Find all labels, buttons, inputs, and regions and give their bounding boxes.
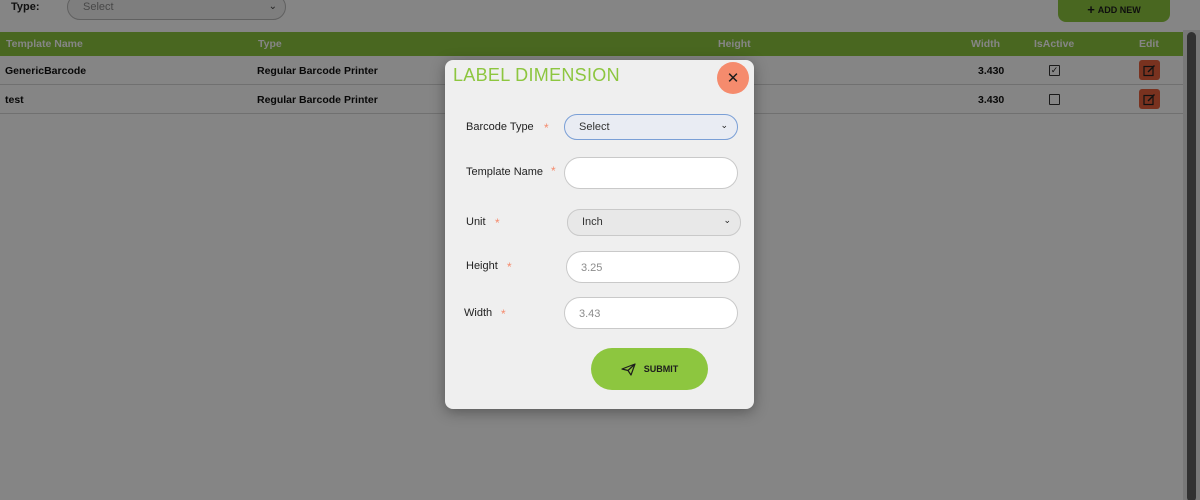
template-name-input[interactable] bbox=[564, 157, 738, 189]
submit-button[interactable]: SUBMIT bbox=[591, 348, 708, 390]
required-marker: * bbox=[495, 216, 500, 230]
dialog-title: LABEL DIMENSION bbox=[453, 65, 620, 85]
barcode-type-select[interactable]: Select ⌄ bbox=[564, 114, 738, 140]
unit-select[interactable]: Inch ⌄ bbox=[567, 209, 741, 236]
template-name-label: Template Name bbox=[466, 166, 544, 178]
label-dimension-dialog: LABEL DIMENSION ✕ Barcode Type * Select … bbox=[445, 60, 754, 409]
barcode-type-label: Barcode Type bbox=[466, 121, 534, 133]
height-label: Height bbox=[466, 260, 498, 272]
width-value: 3.43 bbox=[579, 308, 601, 320]
width-input[interactable]: 3.43 bbox=[564, 297, 738, 329]
required-marker: * bbox=[507, 260, 512, 274]
chevron-down-icon: ⌄ bbox=[720, 120, 728, 130]
width-label: Width bbox=[464, 307, 493, 319]
close-icon: ✕ bbox=[726, 70, 740, 87]
unit-value: Inch bbox=[582, 216, 603, 228]
chevron-down-icon: ⌄ bbox=[723, 215, 731, 225]
required-marker: * bbox=[544, 121, 549, 135]
submit-label: SUBMIT bbox=[643, 364, 679, 374]
height-value: 3.25 bbox=[581, 262, 603, 274]
required-marker: * bbox=[551, 164, 556, 178]
close-button[interactable]: ✕ bbox=[717, 62, 749, 94]
required-marker: * bbox=[501, 307, 506, 321]
height-input[interactable]: 3.25 bbox=[566, 251, 740, 283]
send-icon bbox=[621, 362, 636, 376]
barcode-type-value: Select bbox=[579, 121, 610, 133]
unit-label: Unit bbox=[466, 216, 486, 228]
